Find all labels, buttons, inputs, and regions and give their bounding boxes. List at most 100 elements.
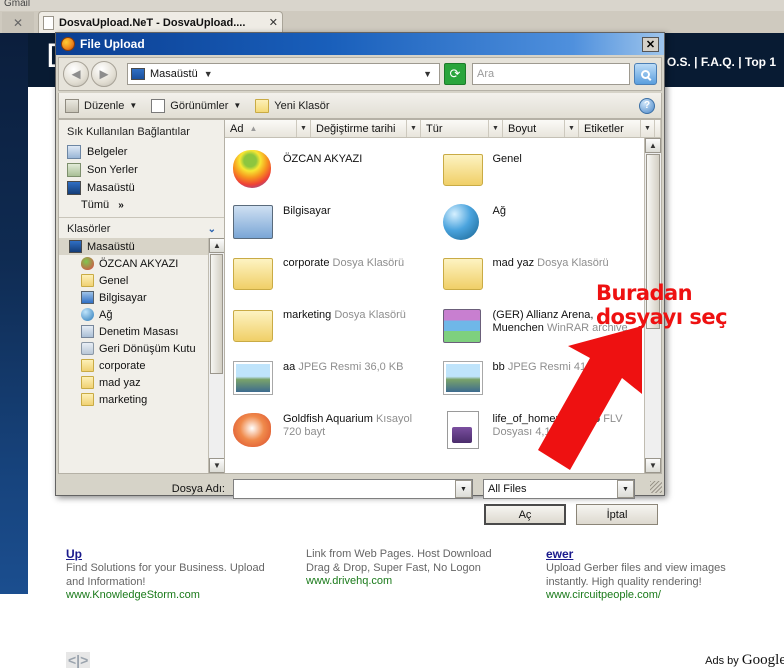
- favorite-item-recent-places[interactable]: Son Yerler: [59, 161, 224, 179]
- tab-close-left-button[interactable]: ✕: [2, 12, 34, 33]
- site-nav-links[interactable]: O.S. | F.A.Q. | Top 1: [667, 55, 776, 69]
- cancel-button[interactable]: İptal: [576, 504, 658, 525]
- file-meta: ÖZCAN AKYAZI: [283, 150, 362, 166]
- column-header-size[interactable]: Boyut: [503, 120, 565, 137]
- tree-item-mad-yaz[interactable]: mad yaz: [59, 374, 208, 391]
- file-item-corporate[interactable]: corporate Dosya Klasörü: [225, 248, 435, 300]
- column-dropdown-tags[interactable]: ▼: [641, 120, 655, 137]
- scroll-up-button[interactable]: ▲: [209, 238, 224, 253]
- tree-item-bilgisayar[interactable]: Bilgisayar: [59, 289, 208, 306]
- ad-item[interactable]: Up Find Solutions for your Business. Upl…: [66, 547, 306, 601]
- resize-grip[interactable]: [650, 481, 662, 493]
- ads-by-google: Ads by Google: [705, 652, 784, 669]
- views-button[interactable]: Görünümler ▼: [151, 98, 241, 113]
- gmail-label: Gmail: [4, 0, 31, 9]
- back-button[interactable]: ◄: [63, 61, 89, 87]
- tree-item-genel[interactable]: Genel: [59, 272, 208, 289]
- column-header-tags[interactable]: Etiketler: [579, 120, 641, 137]
- browser-tab[interactable]: DosvaUpload.NeT - DosvaUpload.... ✕: [38, 11, 283, 33]
- chevron-down-icon[interactable]: ▼: [204, 69, 213, 79]
- tree-item-marketing[interactable]: marketing: [59, 391, 208, 408]
- computer-icon: [81, 291, 94, 304]
- new-folder-label: Yeni Klasör: [274, 99, 330, 112]
- scroll-up-button[interactable]: ▲: [645, 138, 661, 153]
- file-type: Dosya Klasörü: [334, 309, 406, 321]
- file-row: ÖZCAN AKYAZI Genel: [225, 144, 644, 196]
- red-arrow-icon: [538, 326, 642, 470]
- ad-title[interactable]: ewer: [546, 547, 774, 561]
- tree-item-label: marketing: [99, 393, 148, 406]
- refresh-icon[interactable]: ⟳: [444, 63, 466, 85]
- folders-section-header[interactable]: Klasörler ⌄: [59, 218, 224, 238]
- file-item-genel[interactable]: Genel: [435, 144, 645, 196]
- file-item-aa[interactable]: aa JPEG Resmi 36,0 KB: [225, 352, 435, 404]
- file-item-ozcan-akyazi[interactable]: ÖZCAN AKYAZI: [225, 144, 435, 196]
- folders-tree-scrollbar[interactable]: ▲ ▼: [208, 238, 224, 473]
- views-icon: [151, 98, 166, 113]
- forward-button[interactable]: ►: [91, 61, 117, 87]
- column-dropdown-size[interactable]: ▼: [565, 120, 579, 137]
- open-button[interactable]: Aç: [484, 504, 566, 525]
- folder-icon: [81, 393, 94, 406]
- favorite-links-title: Sık Kullanılan Bağlantılar: [67, 126, 190, 138]
- ads-pager[interactable]: <|>: [66, 652, 91, 668]
- folder-icon: [442, 150, 485, 190]
- file-row: corporate Dosya Klasörü mad yaz Dosya Kl…: [225, 248, 644, 300]
- address-history-chevron-icon[interactable]: ▼: [423, 69, 432, 79]
- organize-button[interactable]: Düzenle ▼: [65, 98, 138, 113]
- browser-chrome: Gmail ✕ DosvaUpload.NeT - DosvaUpload...…: [0, 0, 784, 33]
- tree-item-label: Ağ: [99, 308, 113, 321]
- tree-item-ozcan-akyazi[interactable]: ÖZCAN AKYAZI: [59, 255, 208, 272]
- search-icon[interactable]: [634, 63, 657, 85]
- close-icon[interactable]: ✕: [642, 36, 659, 52]
- column-label: Ad: [230, 122, 244, 135]
- help-icon[interactable]: ?: [639, 97, 655, 114]
- column-header-type[interactable]: Tür: [421, 120, 489, 137]
- ad-url[interactable]: www.circuitpeople.com/: [546, 589, 774, 601]
- new-folder-button[interactable]: Yeni Klasör: [255, 98, 330, 113]
- favorite-item-all[interactable]: Tümü »: [59, 197, 224, 213]
- search-input[interactable]: Ara: [472, 63, 630, 85]
- chevron-down-icon[interactable]: ⌄: [208, 224, 216, 235]
- column-dropdown-name[interactable]: ▼: [297, 120, 311, 137]
- scroll-down-button[interactable]: ▼: [209, 458, 224, 473]
- file-item-ag[interactable]: Ağ: [435, 196, 645, 248]
- file-item-bilgisayar[interactable]: Bilgisayar: [225, 196, 435, 248]
- column-header-name[interactable]: Ad ▲: [225, 120, 297, 137]
- file-size: 36,0 KB: [364, 361, 404, 373]
- filename-input[interactable]: ▼: [233, 479, 473, 499]
- column-header-spacer: [655, 120, 661, 137]
- file-item-goldfish-aquarium[interactable]: Goldfish Aquarium Kısayol 720 bayt: [225, 404, 435, 456]
- column-header-date-modified[interactable]: Değiştirme tarihi: [311, 120, 407, 137]
- tree-item-denetim-masasi[interactable]: Denetim Masası: [59, 323, 208, 340]
- dialog-titlebar[interactable]: File Upload ✕: [56, 33, 664, 55]
- dialog-title: File Upload: [80, 37, 145, 51]
- ad-url[interactable]: www.drivehq.com: [306, 575, 534, 587]
- ad-description-line2: and Information!: [66, 576, 146, 588]
- tab-close-icon[interactable]: ✕: [269, 16, 278, 29]
- tree-item-label: mad yaz: [99, 376, 141, 389]
- column-dropdown-type[interactable]: ▼: [489, 120, 503, 137]
- column-label: Değiştirme tarihi: [316, 122, 396, 135]
- ad-title[interactable]: Up: [66, 547, 294, 561]
- address-bar[interactable]: Masaüstü ▼ ▼: [127, 63, 440, 85]
- ad-url[interactable]: www.KnowledgeStorm.com: [66, 589, 294, 601]
- scrollbar-thumb[interactable]: [210, 254, 223, 374]
- file-item-marketing[interactable]: marketing Dosya Klasörü: [225, 300, 435, 352]
- file-name: marketing: [283, 309, 332, 321]
- favorite-item-desktop[interactable]: Masaüstü: [59, 179, 224, 197]
- chevron-down-icon: ▼: [129, 101, 138, 110]
- tree-item-ag[interactable]: Ağ: [59, 306, 208, 323]
- filename-dropdown-button[interactable]: ▼: [455, 480, 472, 498]
- file-meta: marketing Dosya Klasörü: [283, 306, 406, 322]
- search-placeholder: Ara: [477, 68, 495, 80]
- flv-icon: [443, 410, 485, 450]
- ad-item[interactable]: ewer Upload Gerber files and view images…: [546, 547, 784, 601]
- tree-item-desktop[interactable]: Masaüstü: [59, 238, 208, 255]
- file-type: Dosya Klasörü: [537, 257, 609, 269]
- favorite-item-documents[interactable]: Belgeler: [59, 143, 224, 161]
- column-dropdown-date[interactable]: ▼: [407, 120, 421, 137]
- ad-item[interactable]: Link from Web Pages. Host Download Drag …: [306, 547, 546, 601]
- tree-item-geri-donusum-kutusu[interactable]: Geri Dönüşüm Kutu: [59, 340, 208, 357]
- tree-item-corporate[interactable]: corporate: [59, 357, 208, 374]
